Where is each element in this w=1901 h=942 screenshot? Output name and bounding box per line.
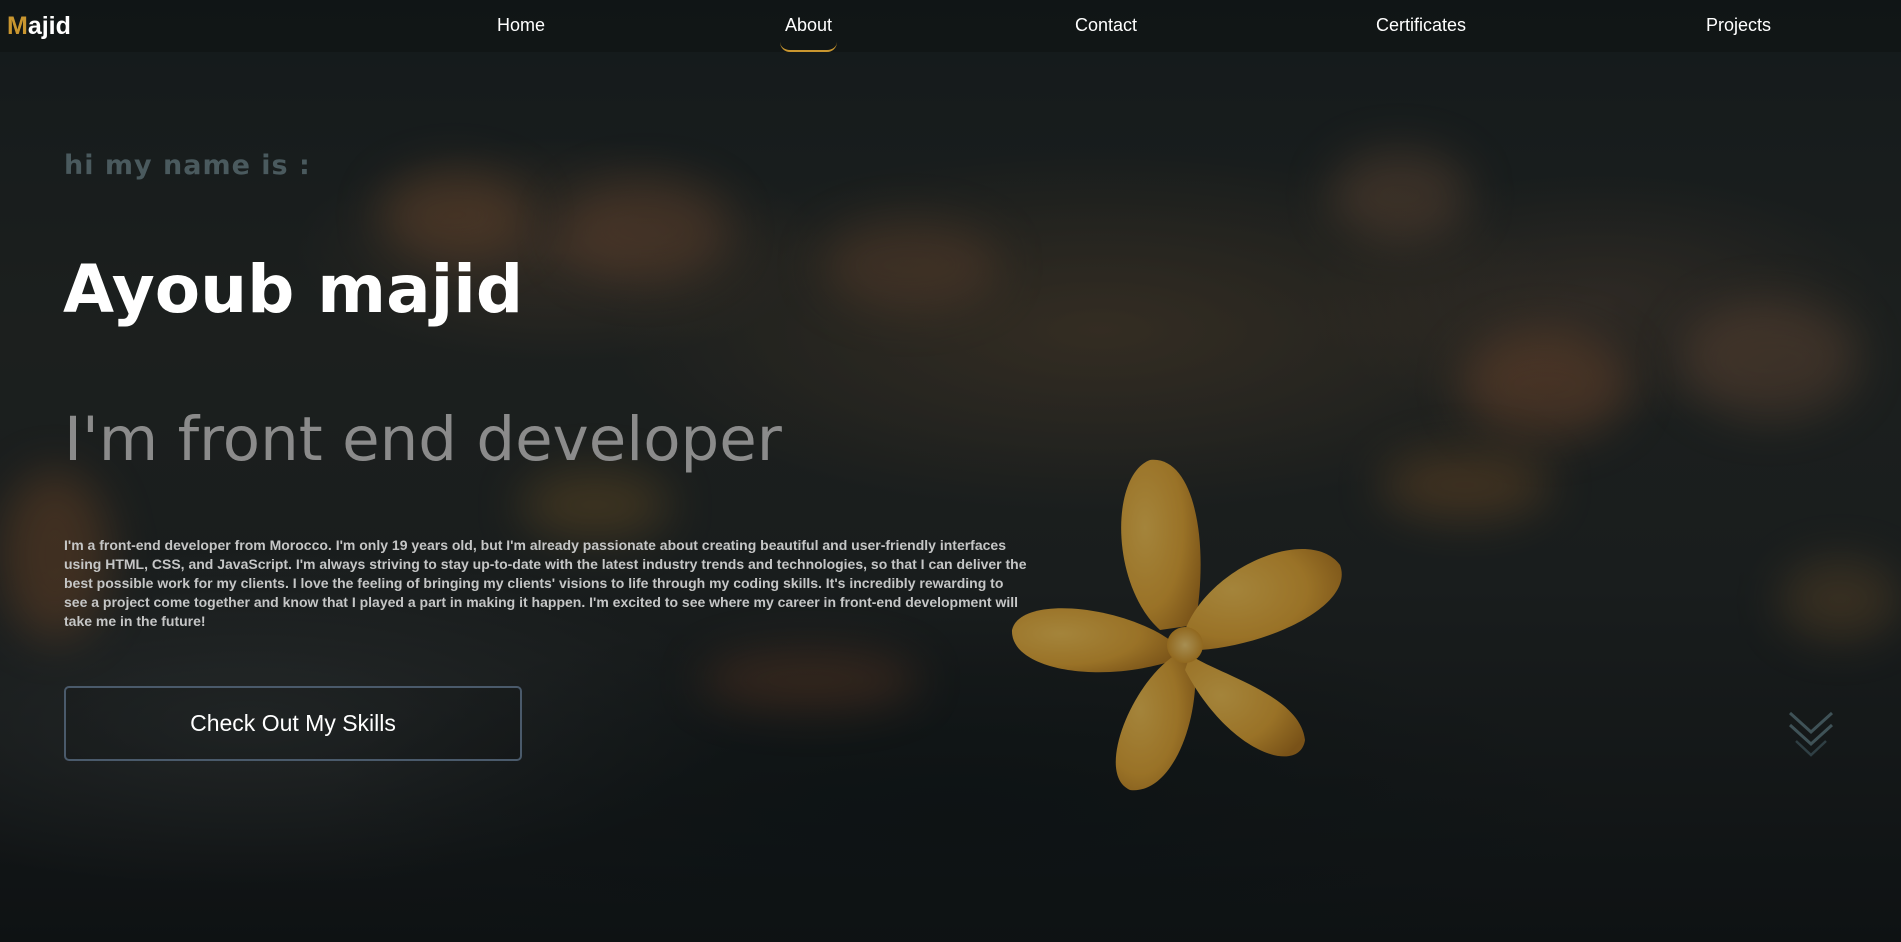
nav-home[interactable]: Home [497, 14, 545, 36]
hero-name: Ayoub majid [63, 251, 524, 328]
logo[interactable]: Majid [7, 12, 71, 40]
nav-about[interactable]: About [779, 14, 838, 52]
logo-accent-letter: M [7, 12, 28, 40]
hero-role: I'm front end developer [64, 404, 782, 475]
check-skills-button[interactable]: Check Out My Skills [64, 686, 522, 761]
navbar: Majid Home About Contact Certificates Pr… [0, 0, 1901, 52]
nav-contact[interactable]: Contact [1075, 14, 1137, 36]
logo-text: ajid [27, 12, 71, 40]
check-skills-label: Check Out My Skills [190, 710, 396, 736]
nav-projects[interactable]: Projects [1706, 14, 1771, 36]
nav-certificates[interactable]: Certificates [1376, 14, 1466, 36]
greeting-text: hi my name is : [64, 150, 311, 181]
scroll-down-icon[interactable] [1786, 707, 1836, 757]
hero-bio: I'm a front-end developer from Morocco. … [64, 537, 1027, 629]
